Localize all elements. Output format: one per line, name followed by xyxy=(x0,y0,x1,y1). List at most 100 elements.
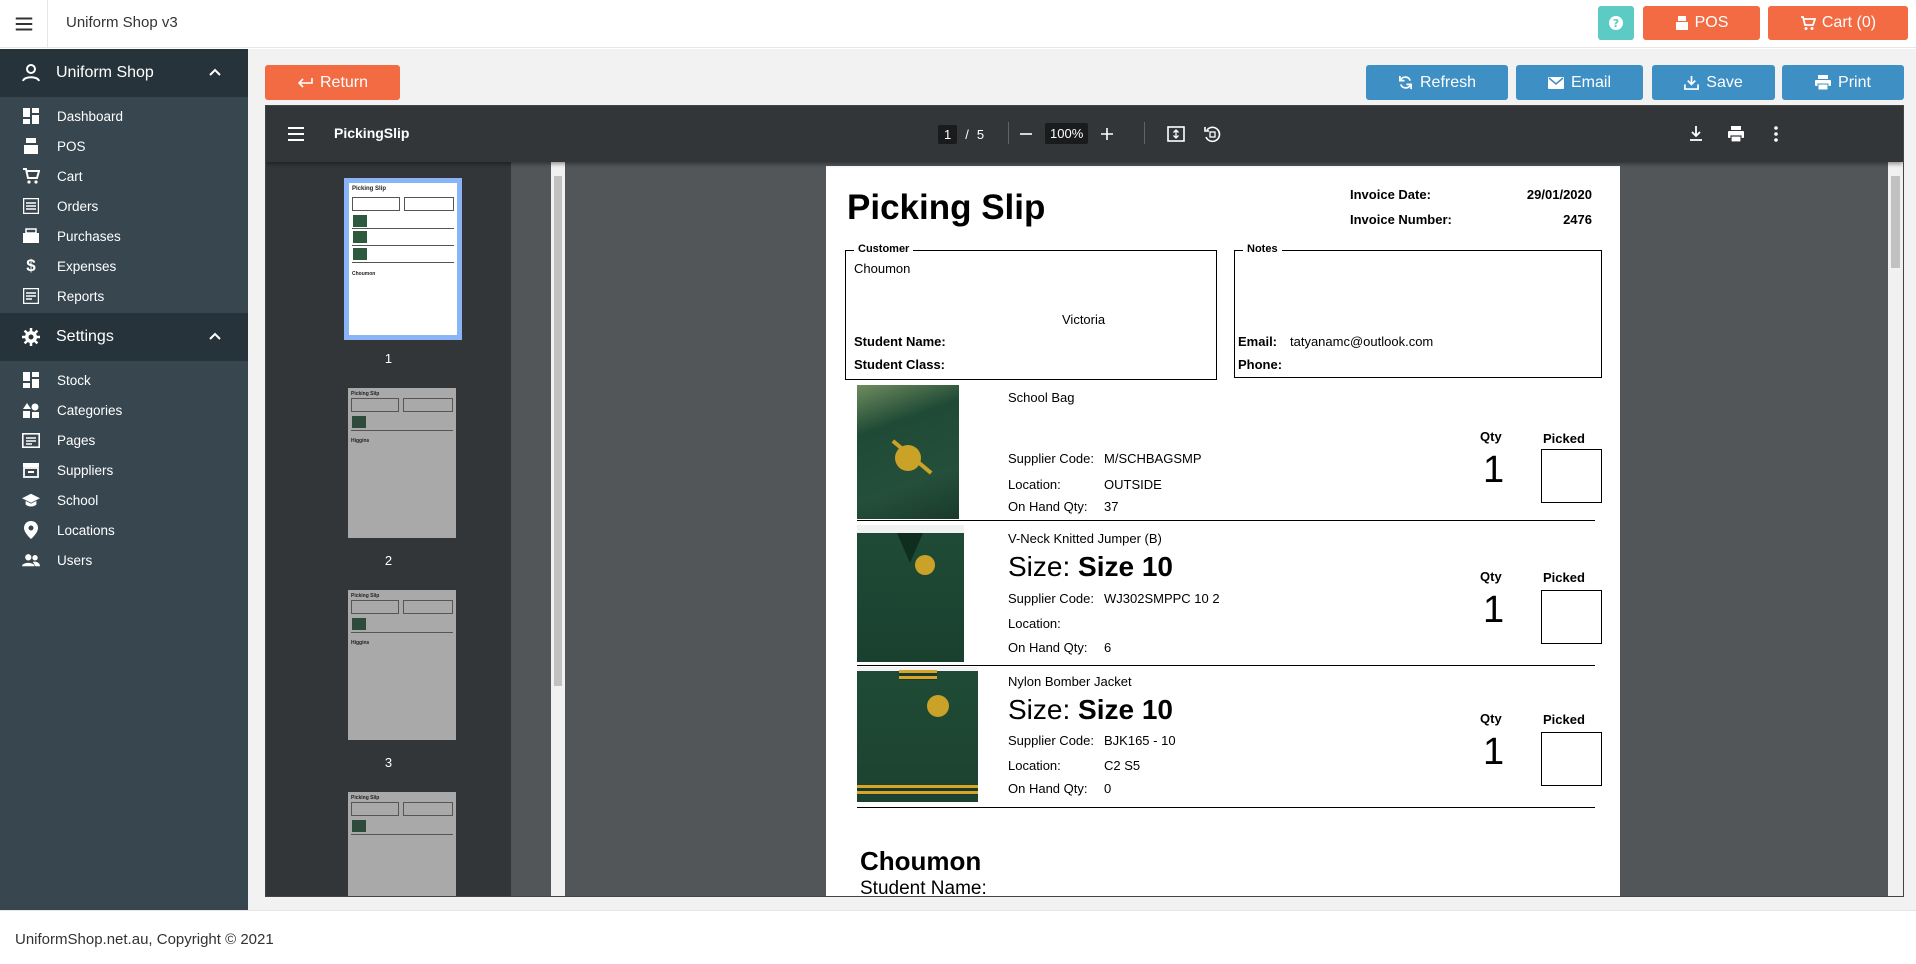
save-button[interactable]: Save xyxy=(1652,65,1775,100)
customer-name: Choumon xyxy=(854,261,911,276)
page-thumbnail[interactable]: Picking Slip Higgins xyxy=(348,590,456,740)
pdf-filename: PickingSlip xyxy=(334,125,410,141)
footer-copyright: UniformShop.net.au, Copyright © 2021 xyxy=(15,931,274,948)
dollar-icon: $ xyxy=(26,256,36,275)
footer: UniformShop.net.au, Copyright © 2021 xyxy=(0,910,1916,964)
sidebar-item-stock[interactable]: Stock xyxy=(0,365,248,395)
qty-label: Qty xyxy=(1480,711,1502,726)
zoom-level[interactable]: 100% xyxy=(1045,123,1089,144)
knitted-jumper-image xyxy=(857,525,964,662)
rotate-icon[interactable] xyxy=(1202,124,1222,144)
sidebar-item-reports[interactable]: Reports xyxy=(0,281,248,311)
help-icon: ? xyxy=(1609,16,1623,30)
sidebar-item-purchases[interactable]: Purchases xyxy=(0,221,248,251)
page-thumbnail[interactable]: Picking Slip xyxy=(348,792,456,896)
size-prefix: Size: xyxy=(1008,551,1071,582)
picked-label: Picked xyxy=(1543,431,1585,446)
pos-icon xyxy=(1675,16,1688,30)
qty-value: 1 xyxy=(1483,731,1505,773)
zoom-in-icon[interactable] xyxy=(1100,127,1114,141)
sidebar-item-label: Users xyxy=(57,552,93,568)
thumbnail-page-number: 3 xyxy=(384,755,393,770)
fit-page-icon[interactable] xyxy=(1166,124,1186,144)
refresh-button-label: Refresh xyxy=(1419,73,1477,91)
sidebar-item-pages[interactable]: Pages xyxy=(0,425,248,455)
download-icon[interactable] xyxy=(1686,124,1706,144)
student-name-label: Student Name: xyxy=(854,334,946,349)
pages-icon xyxy=(22,431,40,449)
page-thumbnail[interactable]: Picking Slip Choumon xyxy=(344,178,462,340)
thumbnail-page-number: 1 xyxy=(384,351,393,366)
picking-item: V-Neck Knitted Jumper (B) Size: Size 10 … xyxy=(857,525,1602,666)
sidebar-group-settings[interactable]: Settings xyxy=(0,313,248,361)
sidebar-item-orders[interactable]: Orders xyxy=(0,191,248,221)
sidebar-item-pos[interactable]: POS xyxy=(0,131,248,161)
on-hand-row: On Hand Qty: 37 xyxy=(1008,499,1118,514)
supplier-code: BJK165 - 10 xyxy=(1104,733,1176,748)
sidebar-item-categories[interactable]: Categories xyxy=(0,395,248,425)
refresh-button[interactable]: Refresh xyxy=(1366,65,1508,100)
location-value: C2 S5 xyxy=(1104,758,1141,773)
pos-button[interactable]: POS xyxy=(1643,6,1760,40)
return-button[interactable]: Return xyxy=(265,65,400,100)
supplier-code-row: Supplier Code: WJ302SMPPC 10 2 xyxy=(1008,591,1220,606)
location-value: OUTSIDE xyxy=(1104,477,1162,492)
on-hand-label: On Hand Qty: xyxy=(1008,640,1088,655)
on-hand-label: On Hand Qty: xyxy=(1008,499,1088,514)
sidebar-group-label: Uniform Shop xyxy=(56,64,154,81)
sidebar-item-suppliers[interactable]: Suppliers xyxy=(0,455,248,485)
download-icon xyxy=(1684,75,1700,90)
notes-legend: Notes xyxy=(1243,243,1282,255)
picked-label: Picked xyxy=(1543,712,1585,727)
sidebar-item-label: Pages xyxy=(57,432,96,448)
stock-icon xyxy=(22,371,40,389)
dashboard-icon xyxy=(22,107,40,125)
sidebar-item-cart[interactable]: Cart xyxy=(0,161,248,191)
zoom-out-icon[interactable] xyxy=(1019,127,1033,141)
pdf-viewer: PickingSlip 1 / 5 100% Picking Slip Chou… xyxy=(265,105,1904,897)
on-hand-value: 6 xyxy=(1104,640,1112,655)
size-prefix: Size: xyxy=(1008,694,1071,725)
cart-button[interactable]: Cart (0) xyxy=(1768,6,1908,40)
picking-item: School Bag Supplier Code: M/SCHBAGSMP Lo… xyxy=(857,385,1602,521)
thumbnail-scrollbar[interactable] xyxy=(551,162,565,896)
supplier-code-label: Supplier Code: xyxy=(1008,451,1094,466)
main-content: Return Refresh Email Save Print PickingS… xyxy=(248,49,1916,910)
user-icon xyxy=(20,62,42,84)
document-title: Picking Slip xyxy=(847,188,1046,227)
printer-icon[interactable] xyxy=(1726,124,1746,144)
picked-checkbox xyxy=(1541,732,1602,786)
sidebar-item-label: POS xyxy=(57,138,86,154)
invoice-date: 29/01/2020 xyxy=(1526,187,1592,202)
print-button[interactable]: Print xyxy=(1782,65,1904,100)
on-hand-row: On Hand Qty: 6 xyxy=(1008,640,1111,655)
sidebar-item-label: Stock xyxy=(57,372,91,388)
qty-label: Qty xyxy=(1480,429,1502,444)
chevron-up-icon xyxy=(209,68,221,76)
sidebar-item-locations[interactable]: Locations xyxy=(0,515,248,545)
sidebar-item-expenses[interactable]: $ Expenses xyxy=(0,251,248,281)
pdf-toolbar: PickingSlip 1 / 5 100% xyxy=(266,106,1903,162)
hamburger-icon[interactable] xyxy=(286,124,306,144)
app-title: Uniform Shop v3 xyxy=(66,14,178,31)
thumbnail-panel: Picking Slip Choumon 1 Picking Slip Higg… xyxy=(266,162,511,896)
page-number-input[interactable]: 1 xyxy=(938,125,958,144)
sidebar-group-uniform-shop[interactable]: Uniform Shop xyxy=(0,49,248,97)
sidebar-item-label: Dashboard xyxy=(57,108,124,124)
help-button[interactable]: ? xyxy=(1598,6,1634,40)
document-scrollbar[interactable] xyxy=(1888,162,1903,896)
email-button-label: Email xyxy=(1570,73,1611,91)
gear-icon xyxy=(20,326,42,348)
thumbnail-page-number: 2 xyxy=(384,553,393,568)
more-options-icon[interactable] xyxy=(1766,124,1786,144)
refresh-icon xyxy=(1399,75,1412,90)
sidebar-item-dashboard[interactable]: Dashboard xyxy=(0,101,248,131)
page-thumbnail[interactable]: Picking Slip Higgins xyxy=(348,388,456,538)
svg-text:?: ? xyxy=(1613,17,1619,30)
sidebar-item-users[interactable]: Users xyxy=(0,545,248,575)
next-student-name-label: Student Name: xyxy=(860,878,987,897)
supplier-code-row: Supplier Code: M/SCHBAGSMP xyxy=(1008,451,1202,466)
sidebar-item-school[interactable]: School xyxy=(0,485,248,515)
email-button[interactable]: Email xyxy=(1516,65,1643,100)
menu-toggle-button[interactable] xyxy=(0,0,48,48)
